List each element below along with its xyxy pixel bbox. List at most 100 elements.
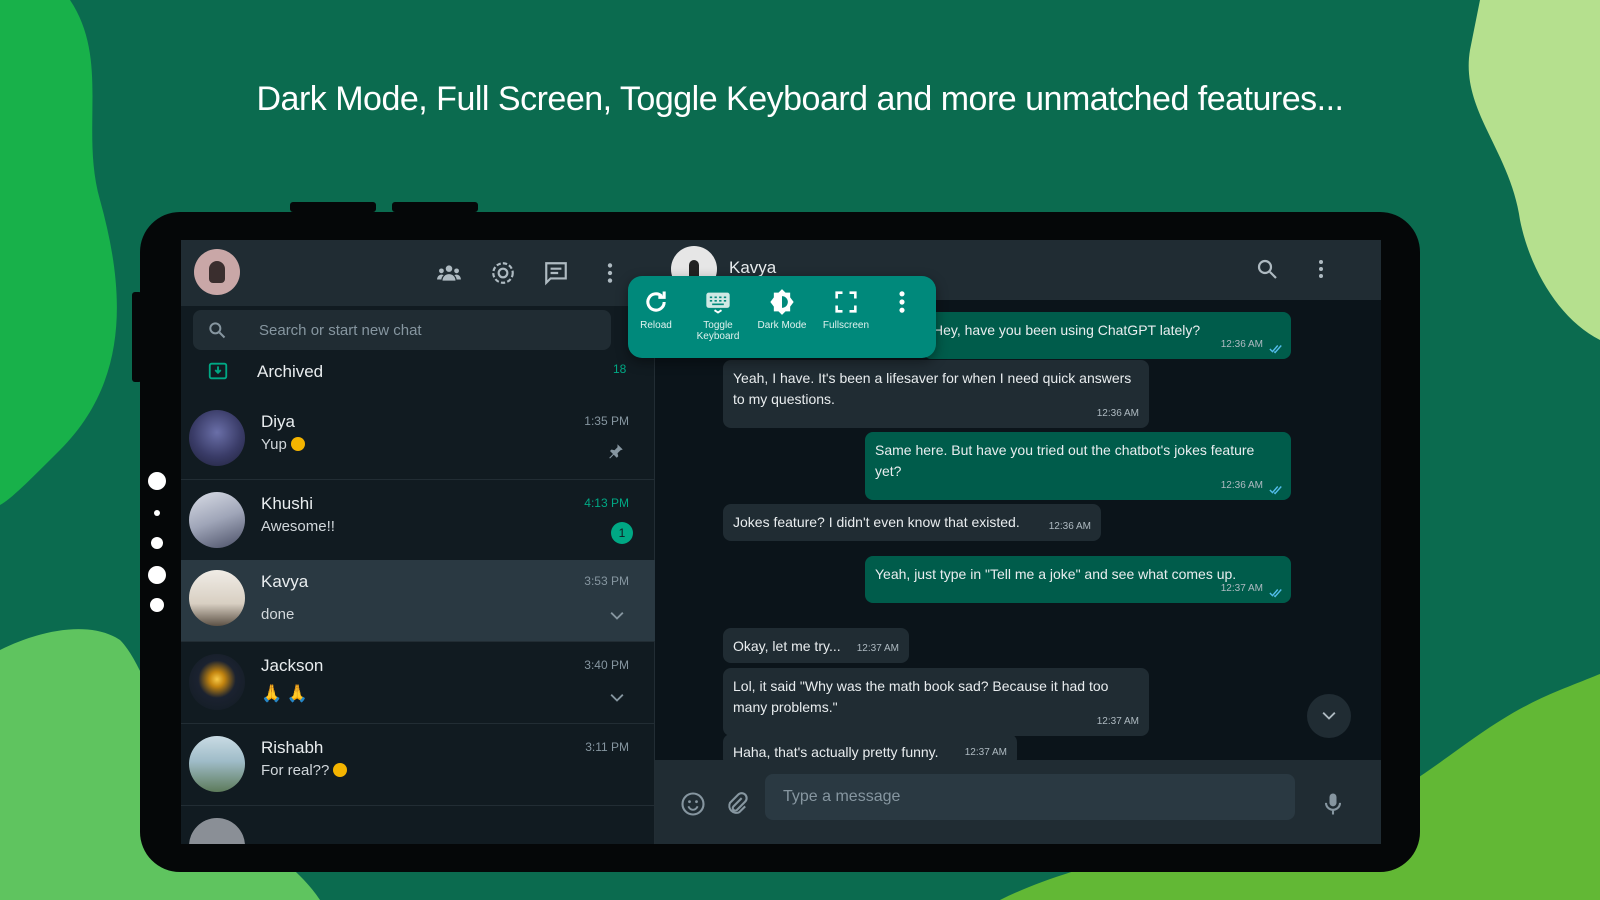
fullscreen-button[interactable]: Fullscreen [814, 288, 878, 352]
message-time: 12:37 AM [1096, 716, 1139, 727]
chevron-down-icon[interactable] [607, 606, 627, 626]
headline: Dark Mode, Full Screen, Toggle Keyboard … [256, 80, 1344, 118]
chat-name: Jackson [261, 656, 324, 675]
message-outgoing[interactable]: Yeah, just type in "Tell me a joke" and … [865, 556, 1291, 603]
status-icon[interactable] [490, 260, 516, 286]
device-volume-button [290, 202, 376, 212]
double-tick-icon [1269, 345, 1282, 354]
bg-blob-left [0, 0, 140, 520]
avatar [189, 818, 245, 844]
message-time: 12:36 AM [1220, 480, 1263, 491]
more-icon [899, 291, 905, 313]
message-incoming[interactable]: Lol, it said "Why was the math book sad?… [723, 668, 1149, 736]
contact-name: Kavya [729, 258, 777, 277]
chat-name: Khushi [261, 494, 313, 513]
message-time: 12:37 AM [856, 643, 899, 654]
emoji-icon [333, 763, 348, 777]
double-tick-icon [1269, 589, 1282, 598]
message-text: Yeah, just type in "Tell me a joke" and … [875, 566, 1237, 582]
bg-blob-right-top [1440, 0, 1600, 360]
chat-time: 1:35 PM [584, 414, 629, 428]
message-text: Yeah, I have. It's been a lifesaver for … [733, 370, 1132, 407]
chat-list-panel: Search or start new chat Archived 18 Diy… [181, 240, 655, 844]
avatar [189, 410, 245, 466]
message-composer: Type a message [655, 760, 1381, 844]
archived-label: Archived [257, 362, 324, 381]
chat-time: 4:13 PM [584, 496, 629, 510]
message-text: Hey, have you been using ChatGPT lately? [933, 322, 1201, 338]
message-text: Same here. But have you tried out the ch… [875, 442, 1255, 479]
chat-name: Diya [261, 412, 296, 431]
chat-time: 3:11 PM [585, 740, 629, 754]
chat-name: Kavya [261, 572, 309, 591]
chat-item-kavya[interactable]: Kavya done 3:53 PM [181, 560, 655, 642]
chat-item-jackson[interactable]: Jackson 🙏 🙏 3:40 PM [181, 644, 655, 724]
dark-mode-button[interactable]: Dark Mode [750, 288, 814, 352]
chevron-down-icon[interactable] [607, 688, 627, 708]
message-input[interactable]: Type a message [765, 774, 1295, 820]
chat-item-partial[interactable] [181, 808, 655, 844]
new-chat-icon[interactable] [543, 260, 569, 286]
chat-item-diya[interactable]: Diya Yup 1:35 PM [181, 400, 655, 480]
chat-item-rishabh[interactable]: Rishabh For real?? 3:11 PM [181, 726, 655, 806]
message-text: Okay, let me try... [733, 638, 841, 654]
scroll-down-button[interactable] [1307, 694, 1351, 738]
reload-icon [646, 291, 666, 312]
keyboard-icon [706, 292, 730, 314]
menu-icon[interactable] [597, 260, 623, 286]
chat-last-message: Yup [261, 436, 305, 453]
message-text: Lol, it said "Why was the math book sad?… [733, 678, 1109, 715]
reload-button[interactable]: Reload [624, 288, 688, 352]
my-avatar[interactable] [194, 249, 240, 295]
emoji-icon [290, 437, 305, 451]
search-icon[interactable] [1255, 257, 1279, 281]
avatar [189, 736, 245, 792]
message-time: 12:36 AM [1220, 339, 1263, 350]
message-placeholder: Type a message [783, 788, 901, 805]
chevron-down-icon [1322, 712, 1336, 720]
chat-last-message: done [261, 606, 295, 623]
menu-icon[interactable] [1309, 257, 1333, 281]
message-time: 12:36 AM [1096, 408, 1139, 419]
chat-item-khushi[interactable]: Khushi Awesome!! 4:13 PM 1 [181, 482, 655, 562]
dark-mode-label: Dark Mode [757, 320, 807, 331]
message-incoming[interactable]: Okay, let me try... 12:37 AM [723, 628, 909, 663]
fullscreen-label: Fullscreen [822, 320, 870, 331]
message-incoming[interactable]: Jokes feature? I didn't even know that e… [723, 504, 1101, 541]
emoji-icon[interactable] [679, 790, 707, 818]
brightness-icon [770, 289, 794, 315]
pin-icon [607, 442, 627, 462]
chat-last-message: 🙏 🙏 [261, 684, 309, 703]
chat-last-message: Awesome!! [261, 518, 335, 535]
community-icon[interactable] [436, 260, 462, 286]
toggle-keyboard-button[interactable]: Toggle Keyboard [686, 288, 750, 352]
reload-label: Reload [640, 320, 672, 331]
microphone-icon[interactable] [1319, 790, 1347, 818]
chat-time: 3:40 PM [584, 658, 629, 672]
search-input[interactable]: Search or start new chat [259, 322, 422, 339]
chat-time: 3:53 PM [584, 574, 629, 588]
message-incoming[interactable]: Yeah, I have. It's been a lifesaver for … [723, 360, 1149, 428]
message-outgoing[interactable]: Hey, have you been using ChatGPT lately?… [923, 312, 1291, 359]
message-text: Haha, that's actually pretty funny. [733, 744, 939, 760]
feature-toolbar: Reload Toggle Keyboard Dark Mode Fullscr… [628, 276, 936, 358]
toggle-keyboard-label: Toggle Keyboard [696, 320, 740, 342]
chat-last-message: For real?? [261, 762, 348, 779]
avatar [189, 654, 245, 710]
attach-icon[interactable] [723, 790, 751, 818]
search-box[interactable]: Search or start new chat [193, 310, 611, 350]
sidebar-header [181, 240, 655, 306]
double-tick-icon [1269, 486, 1282, 495]
archive-icon [207, 360, 229, 382]
message-text: Jokes feature? I didn't even know that e… [733, 514, 1020, 530]
avatar [189, 492, 245, 548]
message-time: 12:37 AM [1220, 583, 1263, 594]
toolbar-more-button[interactable] [878, 288, 926, 352]
archived-count: 18 [613, 362, 627, 376]
device-power-button [392, 202, 478, 212]
message-time: 12:36 AM [1048, 521, 1091, 532]
message-outgoing[interactable]: Same here. But have you tried out the ch… [865, 432, 1291, 500]
archived-row[interactable]: Archived 18 [181, 352, 655, 398]
avatar [189, 570, 245, 626]
search-icon [207, 320, 227, 340]
